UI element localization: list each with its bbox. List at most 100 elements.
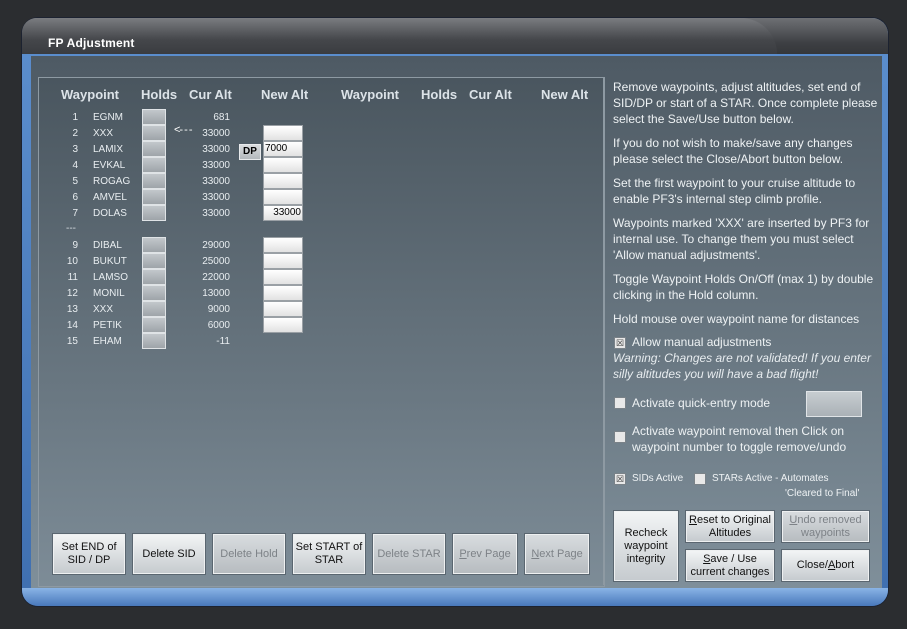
waypoint-removal-checkbox[interactable]: [614, 431, 626, 443]
new-alt-input[interactable]: [263, 269, 303, 285]
hold-cell[interactable]: [142, 205, 166, 221]
set-end-sid-button[interactable]: Set END of SID / DP: [53, 534, 125, 574]
hold-cell[interactable]: [142, 173, 166, 189]
waypoint-name: PETIK: [93, 320, 122, 331]
waypoint-number[interactable]: 3: [58, 144, 78, 155]
set-start-star-button[interactable]: Set START of STAR: [293, 534, 365, 574]
allow-manual-label: Allow manual adjustments: [632, 335, 772, 349]
hold-cell[interactable]: [142, 141, 166, 157]
waypoint-name: XXX: [93, 304, 114, 315]
waypoint-panel: [38, 77, 605, 587]
new-alt-input[interactable]: 33000: [263, 205, 303, 221]
dp-marker: DP: [239, 144, 261, 160]
save-use-button[interactable]: Save / Use current changes: [686, 550, 774, 581]
row-separator: ---: [66, 223, 76, 234]
help-text-1: Remove waypoints, adjust altitudes, set …: [613, 80, 878, 126]
reset-altitudes-button[interactable]: Reset to Original Altitudes: [686, 511, 774, 542]
sids-active-checkbox[interactable]: ☒: [614, 473, 626, 485]
cur-alt-value: 681: [213, 112, 230, 123]
waypoint-number[interactable]: 7: [58, 208, 78, 219]
waypoint-number[interactable]: 4: [58, 160, 78, 171]
hold-cell[interactable]: [142, 189, 166, 205]
waypoint-name: XXX: [93, 128, 114, 139]
waypoint-name: EVKAL: [93, 160, 126, 171]
cur-alt-value: 22000: [202, 272, 230, 283]
header-holds-2: Holds: [421, 87, 458, 102]
new-alt-input[interactable]: [263, 189, 303, 205]
cur-alt-value: 29000: [202, 240, 230, 251]
quick-entry-label: Activate quick-entry mode: [632, 396, 771, 410]
delete-sid-button[interactable]: Delete SID: [133, 534, 205, 574]
hold-cell[interactable]: [142, 109, 166, 125]
recheck-integrity-button[interactable]: Recheck waypoint integrity: [614, 511, 678, 581]
waypoint-number[interactable]: 15: [58, 336, 78, 347]
new-alt-input[interactable]: [263, 285, 303, 301]
cur-alt-value: 25000: [202, 256, 230, 267]
waypoint-name: AMVEL: [93, 192, 127, 203]
cur-alt-value: 9000: [207, 304, 230, 315]
new-alt-input[interactable]: 7000: [263, 141, 303, 157]
hold-cell[interactable]: [142, 125, 166, 141]
new-alt-input[interactable]: [263, 317, 303, 333]
sids-active-label: SIDs Active: [632, 473, 684, 484]
allow-manual-checkbox[interactable]: ☒: [614, 337, 626, 349]
waypoint-number[interactable]: 2: [58, 128, 78, 139]
waypoint-number[interactable]: 12: [58, 288, 78, 299]
cur-alt-value: 33000: [202, 176, 230, 187]
hold-cell[interactable]: [142, 285, 166, 301]
window-bottom-edge: [22, 588, 888, 606]
waypoint-number[interactable]: 5: [58, 176, 78, 187]
cur-alt-value: 33000: [202, 208, 230, 219]
header-waypoint: Waypoint: [61, 87, 120, 102]
help-text-5: Toggle Waypoint Holds On/Off (max 1) by …: [613, 272, 874, 302]
prev-page-button[interactable]: Prev Page: [453, 534, 517, 574]
stars-active-sublabel: 'Cleared to Final': [785, 488, 860, 499]
warning-text: Warning: Changes are not validated! If y…: [613, 351, 871, 381]
waypoint-name: BUKUT: [93, 256, 127, 267]
stars-active-checkbox[interactable]: [694, 473, 706, 485]
waypoint-name: EGNM: [93, 112, 123, 123]
help-text-6: Hold mouse over waypoint name for distan…: [613, 312, 860, 326]
quick-entry-checkbox[interactable]: [614, 397, 626, 409]
waypoint-name: DOLAS: [93, 208, 127, 219]
undo-removed-button[interactable]: Undo removed waypoints: [782, 511, 869, 542]
waypoint-name: LAMIX: [93, 144, 124, 155]
waypoint-number[interactable]: 6: [58, 192, 78, 203]
waypoint-number[interactable]: 10: [58, 256, 78, 267]
hold-cell[interactable]: [142, 157, 166, 173]
delete-star-button[interactable]: Delete STAR: [373, 534, 445, 574]
hold-cell[interactable]: [142, 333, 166, 349]
new-alt-input[interactable]: [263, 237, 303, 253]
hold-cell[interactable]: [142, 269, 166, 285]
next-page-button[interactable]: Next Page: [525, 534, 589, 574]
new-alt-input[interactable]: [263, 173, 303, 189]
waypoint-name: ROGAG: [93, 176, 131, 187]
new-alt-input[interactable]: [263, 157, 303, 173]
waypoint-name: EHAM: [93, 336, 122, 347]
new-alt-input[interactable]: [263, 125, 303, 141]
waypoint-number[interactable]: 14: [58, 320, 78, 331]
waypoint-number[interactable]: 1: [58, 112, 78, 123]
hold-cell[interactable]: [142, 317, 166, 333]
header-new-alt: New Alt: [261, 87, 309, 102]
close-abort-button[interactable]: Close/Abort: [782, 550, 869, 581]
new-alt-input[interactable]: [263, 253, 303, 269]
hold-cell[interactable]: [142, 253, 166, 269]
stars-active-label: STARs Active - Automates: [712, 473, 829, 484]
waypoint-number[interactable]: 9: [58, 240, 78, 251]
waypoint-name: LAMSO: [93, 272, 129, 283]
cur-alt-value: 33000: [202, 192, 230, 203]
waypoint-removal-label: Activate waypoint removal then Click on w…: [632, 424, 847, 454]
delete-hold-button[interactable]: Delete Hold: [213, 534, 285, 574]
help-text-2: If you do not wish to make/save any chan…: [613, 136, 853, 166]
cur-alt-value: 13000: [202, 288, 230, 299]
quick-entry-input[interactable]: [806, 391, 862, 417]
new-alt-input[interactable]: [263, 301, 303, 317]
waypoint-number[interactable]: 13: [58, 304, 78, 315]
hold-cell[interactable]: [142, 301, 166, 317]
waypoint-number[interactable]: 11: [58, 272, 78, 283]
help-text-3: Set the first waypoint to your cruise al…: [613, 176, 856, 206]
waypoint-name: DIBAL: [93, 240, 122, 251]
header-holds: Holds: [141, 87, 178, 102]
hold-cell[interactable]: [142, 237, 166, 253]
